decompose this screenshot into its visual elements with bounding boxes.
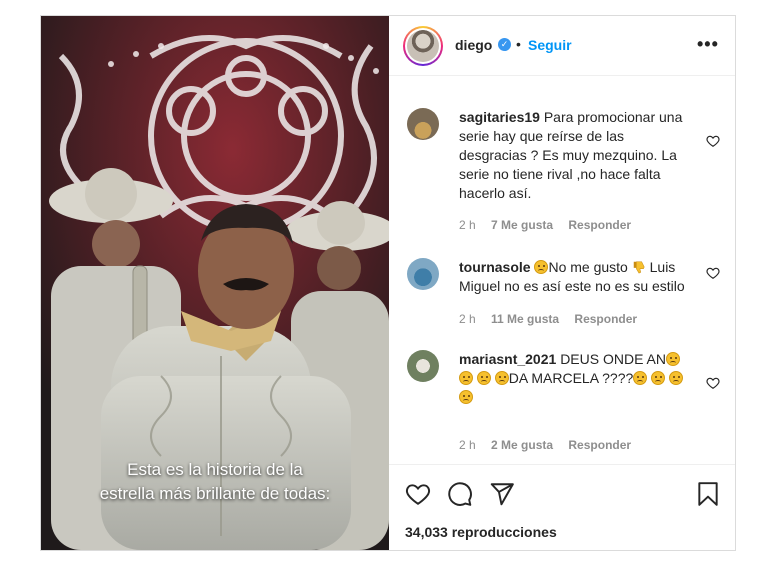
instagram-post: Esta es la historia de la estrella más b… xyxy=(40,15,736,551)
author-avatar[interactable] xyxy=(403,26,443,66)
comment-time: 2 h xyxy=(459,438,476,452)
separator-dot: • xyxy=(516,36,521,52)
thumbs-down-emoji xyxy=(633,261,645,274)
verified-badge-icon: ✓ xyxy=(498,38,511,51)
sad-face-emoji xyxy=(666,352,680,366)
share-icon[interactable] xyxy=(489,481,515,507)
post-header: diego ✓ • Seguir ••• xyxy=(389,16,735,76)
comment-likes[interactable]: 11 Me gusta xyxy=(491,312,559,326)
sad-face-emoji xyxy=(494,371,509,385)
comment-text: sagitaries19 Para promocionar una serie … xyxy=(459,108,689,203)
view-count: 34,033 reproducciones xyxy=(405,524,557,540)
more-options-button[interactable]: ••• xyxy=(697,34,719,55)
commenter-username[interactable]: tournasole xyxy=(459,259,531,275)
post-actions: 34,033 reproducciones xyxy=(389,464,735,555)
comment-meta: 2 h 7 Me gusta Responder xyxy=(459,218,643,232)
reply-button[interactable]: Responder xyxy=(568,218,631,232)
sad-face-emoji xyxy=(669,371,684,385)
heart-icon[interactable] xyxy=(706,134,720,148)
heart-icon[interactable] xyxy=(706,376,720,390)
comment-text: tournasole No me gusto Luis Miguel no es… xyxy=(459,258,689,296)
comment-meta: 2 h 2 Me gusta Responder xyxy=(459,438,643,452)
commenter-avatar[interactable] xyxy=(407,258,439,290)
follow-button[interactable]: Seguir xyxy=(528,37,572,53)
comment-time: 2 h xyxy=(459,218,476,232)
comment-message-part1: DEUS ONDE AN xyxy=(560,351,666,367)
author-username[interactable]: diego xyxy=(455,37,492,53)
sad-face-emoji xyxy=(534,260,549,274)
post-sidebar: diego ✓ • Seguir ••• ... sagitaries19 Pa… xyxy=(389,16,735,550)
sad-face-emoji xyxy=(633,371,648,385)
sad-face-emoji xyxy=(651,371,666,385)
comment-message-part2: DA MARCELA ???? xyxy=(508,370,634,386)
commenter-avatar[interactable] xyxy=(407,350,439,382)
clipped-comment-text: ... xyxy=(455,67,467,75)
comment-time: 2 h xyxy=(459,312,476,326)
video-caption-line2: estrella más brillante de todas: xyxy=(99,484,331,503)
comment-message-part1: No me gusto xyxy=(548,259,628,275)
video-player[interactable]: Esta es la historia de la estrella más b… xyxy=(41,16,389,550)
comment-icon[interactable] xyxy=(447,481,473,507)
sad-face-emoji xyxy=(459,371,473,385)
sad-face-emoji xyxy=(476,371,491,385)
like-heart-icon[interactable] xyxy=(405,481,431,507)
video-caption-line1: Esta es la historia de la xyxy=(127,460,303,479)
heart-icon[interactable] xyxy=(706,266,720,280)
comment-meta: 2 h 11 Me gusta Responder xyxy=(459,312,649,326)
reply-button[interactable]: Responder xyxy=(574,312,637,326)
comment-likes[interactable]: 2 Me gusta xyxy=(491,438,553,452)
avatar-photo xyxy=(407,30,439,62)
sad-face-emoji xyxy=(459,390,473,404)
commenter-username[interactable]: sagitaries19 xyxy=(459,109,540,125)
bookmark-icon[interactable] xyxy=(695,481,721,507)
commenter-avatar[interactable] xyxy=(407,108,439,140)
comment-text: mariasnt_2021 DEUS ONDE AN DA MARCELA ??… xyxy=(459,350,689,407)
commenter-username[interactable]: mariasnt_2021 xyxy=(459,351,556,367)
comment-likes[interactable]: 7 Me gusta xyxy=(491,218,553,232)
reply-button[interactable]: Responder xyxy=(568,438,631,452)
